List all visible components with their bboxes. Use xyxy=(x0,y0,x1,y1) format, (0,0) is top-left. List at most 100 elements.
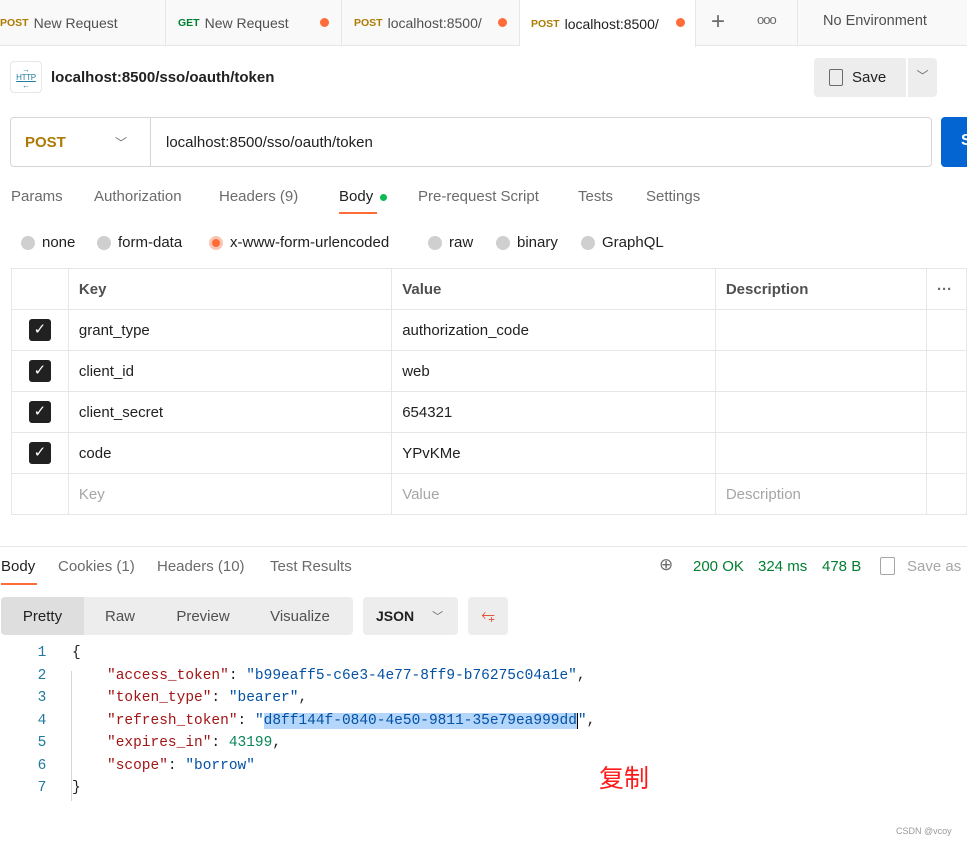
tab-settings[interactable]: Settings xyxy=(646,188,700,205)
method-select[interactable]: POST ﹀ xyxy=(11,118,151,166)
wrap-lines-icon[interactable]: ⥆ xyxy=(468,597,508,635)
method-label: GET xyxy=(178,17,200,29)
radio-icon xyxy=(97,235,111,250)
code-line: } xyxy=(72,780,81,796)
json-key: "expires_in" xyxy=(107,735,212,751)
key-input[interactable]: Key xyxy=(67,473,393,515)
radio-form-data[interactable]: form-data xyxy=(97,234,182,251)
active-tab-underline xyxy=(1,583,37,585)
tab-request-1[interactable]: POST New Request xyxy=(0,0,166,46)
environment-selector[interactable]: No Environment xyxy=(823,13,927,29)
method-label: POST xyxy=(531,17,560,30)
divider xyxy=(797,0,798,46)
response-size: 478 B xyxy=(822,558,862,575)
json-key: "scope" xyxy=(107,758,168,774)
radio-icon xyxy=(428,235,442,250)
save-as-button[interactable]: Save as xyxy=(907,558,961,575)
format-select[interactable]: JSON ﹀ xyxy=(363,597,458,635)
value-cell[interactable]: web xyxy=(391,350,716,392)
globe-icon[interactable]: ⊕ xyxy=(659,555,673,575)
send-button[interactable]: S xyxy=(941,117,967,167)
pane-divider[interactable] xyxy=(0,546,967,547)
line-number: 1 xyxy=(37,645,47,661)
request-name[interactable]: localhost:8500/sso/oauth/token xyxy=(51,69,274,86)
value-cell[interactable]: authorization_code xyxy=(391,309,716,351)
tab-title: localhost:8500/ xyxy=(387,15,482,31)
selected-text[interactable]: d8ff144f-0840-4e50-9811-35e79ea999dd xyxy=(263,713,577,729)
tab-body[interactable]: Body xyxy=(339,188,373,205)
key-cell[interactable]: client_id xyxy=(67,350,393,392)
checkbox-checked-icon[interactable]: ✓ xyxy=(28,442,51,464)
url-bar: POST ﹀ localhost:8500/sso/oauth/token xyxy=(10,117,932,167)
radio-graphql[interactable]: GraphQL xyxy=(581,234,664,251)
value-cell[interactable]: 654321 xyxy=(391,391,716,433)
column-key: Key xyxy=(67,268,393,310)
unsaved-dot-icon xyxy=(498,18,507,27)
key-cell[interactable]: code xyxy=(67,432,393,474)
radio-label: binary xyxy=(517,234,558,251)
tab-cookies[interactable]: Cookies (1) xyxy=(58,558,135,575)
radio-x-www-form-urlencoded[interactable]: x-www-form-urlencoded xyxy=(209,234,389,251)
column-description: Description xyxy=(714,268,928,310)
description-input[interactable]: Description xyxy=(714,473,928,515)
radio-label: none xyxy=(42,234,76,251)
tab-title: New Request xyxy=(33,15,118,31)
empty-cell xyxy=(926,350,967,392)
code-line: "token_type": "bearer", xyxy=(107,690,308,706)
chevron-down-icon: ﹀ xyxy=(432,611,444,623)
checkbox-checked-icon[interactable]: ✓ xyxy=(28,360,51,382)
tab-authorization[interactable]: Authorization xyxy=(94,188,182,205)
url-input[interactable]: localhost:8500/sso/oauth/token xyxy=(151,134,373,151)
radio-label: x-www-form-urlencoded xyxy=(230,234,390,251)
table-row-new: Key Value Description xyxy=(11,473,967,515)
radio-icon xyxy=(496,235,510,250)
tab-response-body[interactable]: Body xyxy=(1,558,35,575)
description-cell[interactable] xyxy=(714,391,928,433)
description-cell[interactable] xyxy=(714,350,928,392)
description-cell[interactable] xyxy=(714,432,928,474)
tab-params[interactable]: Params xyxy=(11,188,63,205)
tab-test-results[interactable]: Test Results xyxy=(270,558,352,575)
active-tab-underline xyxy=(339,212,377,214)
tab-response-headers[interactable]: Headers (10) xyxy=(157,558,245,575)
key-cell[interactable]: client_secret xyxy=(67,391,393,433)
save-button[interactable]: Save xyxy=(814,58,906,97)
checkbox-checked-icon[interactable]: ✓ xyxy=(28,401,51,423)
view-raw[interactable]: Raw xyxy=(84,597,156,635)
arrow-right-icon: → xyxy=(22,64,30,74)
checkbox-checked-icon[interactable]: ✓ xyxy=(28,319,51,341)
response-time: 324 ms xyxy=(758,558,808,575)
tab-request-2[interactable]: GET New Request xyxy=(166,0,342,46)
tab-tests[interactable]: Tests xyxy=(578,188,613,205)
key-cell[interactable]: grant_type xyxy=(67,309,393,351)
status-code: 200 OK xyxy=(693,558,744,575)
method-label: POST xyxy=(0,17,29,29)
value-cell[interactable]: YPvKMe xyxy=(391,432,716,474)
view-pretty[interactable]: Pretty xyxy=(1,597,84,635)
json-key: "token_type" xyxy=(107,690,212,706)
tab-headers[interactable]: Headers (9) xyxy=(219,188,298,205)
tab-pre-request-script[interactable]: Pre-request Script xyxy=(418,188,539,205)
more-options-icon[interactable]: ··· xyxy=(926,268,967,310)
radio-none[interactable]: none xyxy=(21,234,75,251)
radio-raw[interactable]: raw xyxy=(428,234,473,251)
tab-request-4[interactable]: POST localhost:8500/ xyxy=(520,0,696,47)
description-cell[interactable] xyxy=(714,309,928,351)
save-dropdown-chevron-icon[interactable]: ﹀ xyxy=(908,58,937,97)
json-string: "borrow" xyxy=(185,758,255,774)
more-tabs-icon[interactable]: ooo xyxy=(757,12,777,27)
body-indicator-dot-icon xyxy=(380,194,387,201)
tab-bar: POST New Request GET New Request POST local… xyxy=(0,0,967,47)
view-preview[interactable]: Preview xyxy=(156,597,250,635)
annotation-text: 复制 xyxy=(599,765,650,793)
new-tab-icon[interactable]: + xyxy=(711,8,725,36)
radio-icon xyxy=(21,235,35,250)
tab-request-3[interactable]: POST localhost:8500/ xyxy=(342,0,520,46)
unsaved-dot-icon xyxy=(676,18,685,27)
watermark: CSDN @vcoy xyxy=(896,826,952,836)
radio-binary[interactable]: binary xyxy=(496,234,558,251)
save-label: Save xyxy=(852,69,887,86)
value-input[interactable]: Value xyxy=(391,473,716,515)
view-visualize[interactable]: Visualize xyxy=(250,597,350,635)
view-mode-group: Pretty Raw Preview Visualize xyxy=(1,597,353,635)
